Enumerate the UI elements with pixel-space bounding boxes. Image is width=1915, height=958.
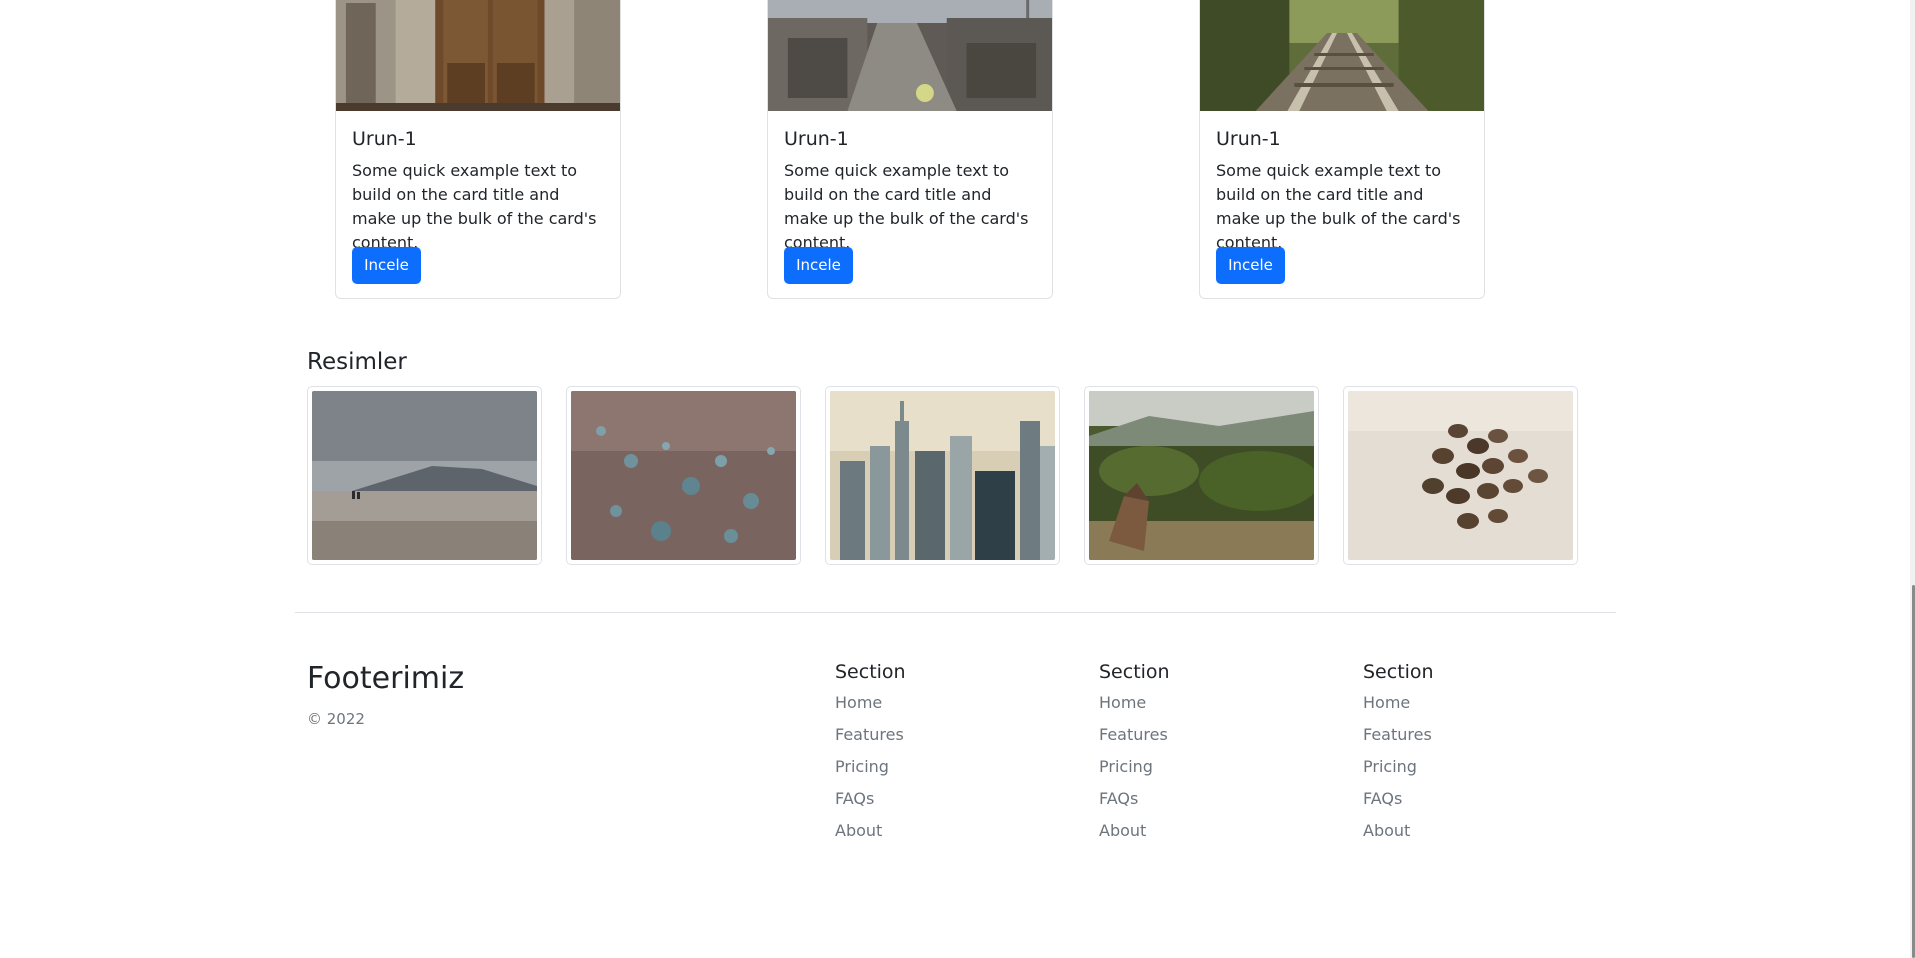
footer-section: Section Home Features Pricing FAQs About: [1099, 661, 1319, 849]
footer-link-faqs[interactable]: FAQs: [1363, 789, 1402, 808]
city-skyline-image: [830, 391, 1055, 560]
footer-section-title: Section: [835, 661, 906, 683]
city-avenue-image: [768, 0, 1052, 111]
gallery-thumbnail[interactable]: [566, 386, 801, 565]
incele-button[interactable]: Incele: [784, 247, 853, 284]
product-card: Urun-1 Some quick example text to build …: [1199, 0, 1485, 299]
gallery-thumbnail[interactable]: [825, 386, 1060, 565]
railway-tracks-image: [1200, 0, 1484, 111]
forest-cabin-image: [1089, 391, 1314, 560]
footer-link-about[interactable]: About: [1363, 821, 1410, 840]
gallery-title: Resimler: [307, 349, 407, 375]
footer-link-about[interactable]: About: [1099, 821, 1146, 840]
water-drops-image: [571, 391, 796, 560]
footer-link-home[interactable]: Home: [835, 693, 882, 712]
footer-link-home[interactable]: Home: [1363, 693, 1410, 712]
footer-section: Section Home Features Pricing FAQs About: [1363, 661, 1583, 849]
footer-link-pricing[interactable]: Pricing: [835, 757, 889, 776]
incele-button[interactable]: Incele: [1216, 247, 1285, 284]
footer-link-list: Home Features Pricing FAQs About: [835, 689, 1055, 849]
card-text: Some quick example text to build on the …: [784, 161, 1029, 252]
footer-link-faqs[interactable]: FAQs: [835, 789, 874, 808]
card-title: Urun-1: [352, 128, 417, 150]
card-text: Some quick example text to build on the …: [1216, 161, 1461, 252]
beach-image: [312, 391, 537, 560]
footer-link-home[interactable]: Home: [1099, 693, 1146, 712]
product-card: Urun-1 Some quick example text to build …: [335, 0, 621, 299]
footer-link-about[interactable]: About: [835, 821, 882, 840]
card-text: Some quick example text to build on the …: [352, 161, 597, 252]
wooden-door-image: [336, 0, 620, 111]
footer-link-list: Home Features Pricing FAQs About: [1363, 689, 1583, 849]
footer-section-title: Section: [1099, 661, 1170, 683]
card-title: Urun-1: [1216, 128, 1281, 150]
footer-copyright: © 2022: [307, 710, 365, 728]
card-title: Urun-1: [784, 128, 849, 150]
product-card: Urun-1 Some quick example text to build …: [767, 0, 1053, 299]
footer-link-pricing[interactable]: Pricing: [1363, 757, 1417, 776]
footer-link-list: Home Features Pricing FAQs About: [1099, 689, 1319, 849]
footer-divider: [295, 612, 1616, 613]
footer-link-features[interactable]: Features: [835, 725, 904, 744]
footer-link-pricing[interactable]: Pricing: [1099, 757, 1153, 776]
coffee-beans-image: [1348, 391, 1573, 560]
footer-section: Section Home Features Pricing FAQs About: [835, 661, 1055, 849]
page-scrollbar[interactable]: [1910, 0, 1915, 958]
gallery-thumbnail[interactable]: [1343, 386, 1578, 565]
footer-brand: Footerimiz: [307, 661, 465, 696]
footer-section-title: Section: [1363, 661, 1434, 683]
footer-link-features[interactable]: Features: [1099, 725, 1168, 744]
page: Urun-1 Some quick example text to build …: [0, 0, 1915, 958]
gallery-thumbnail[interactable]: [1084, 386, 1319, 565]
footer-link-faqs[interactable]: FAQs: [1099, 789, 1138, 808]
gallery-thumbnail[interactable]: [307, 386, 542, 565]
footer-link-features[interactable]: Features: [1363, 725, 1432, 744]
incele-button[interactable]: Incele: [352, 247, 421, 284]
